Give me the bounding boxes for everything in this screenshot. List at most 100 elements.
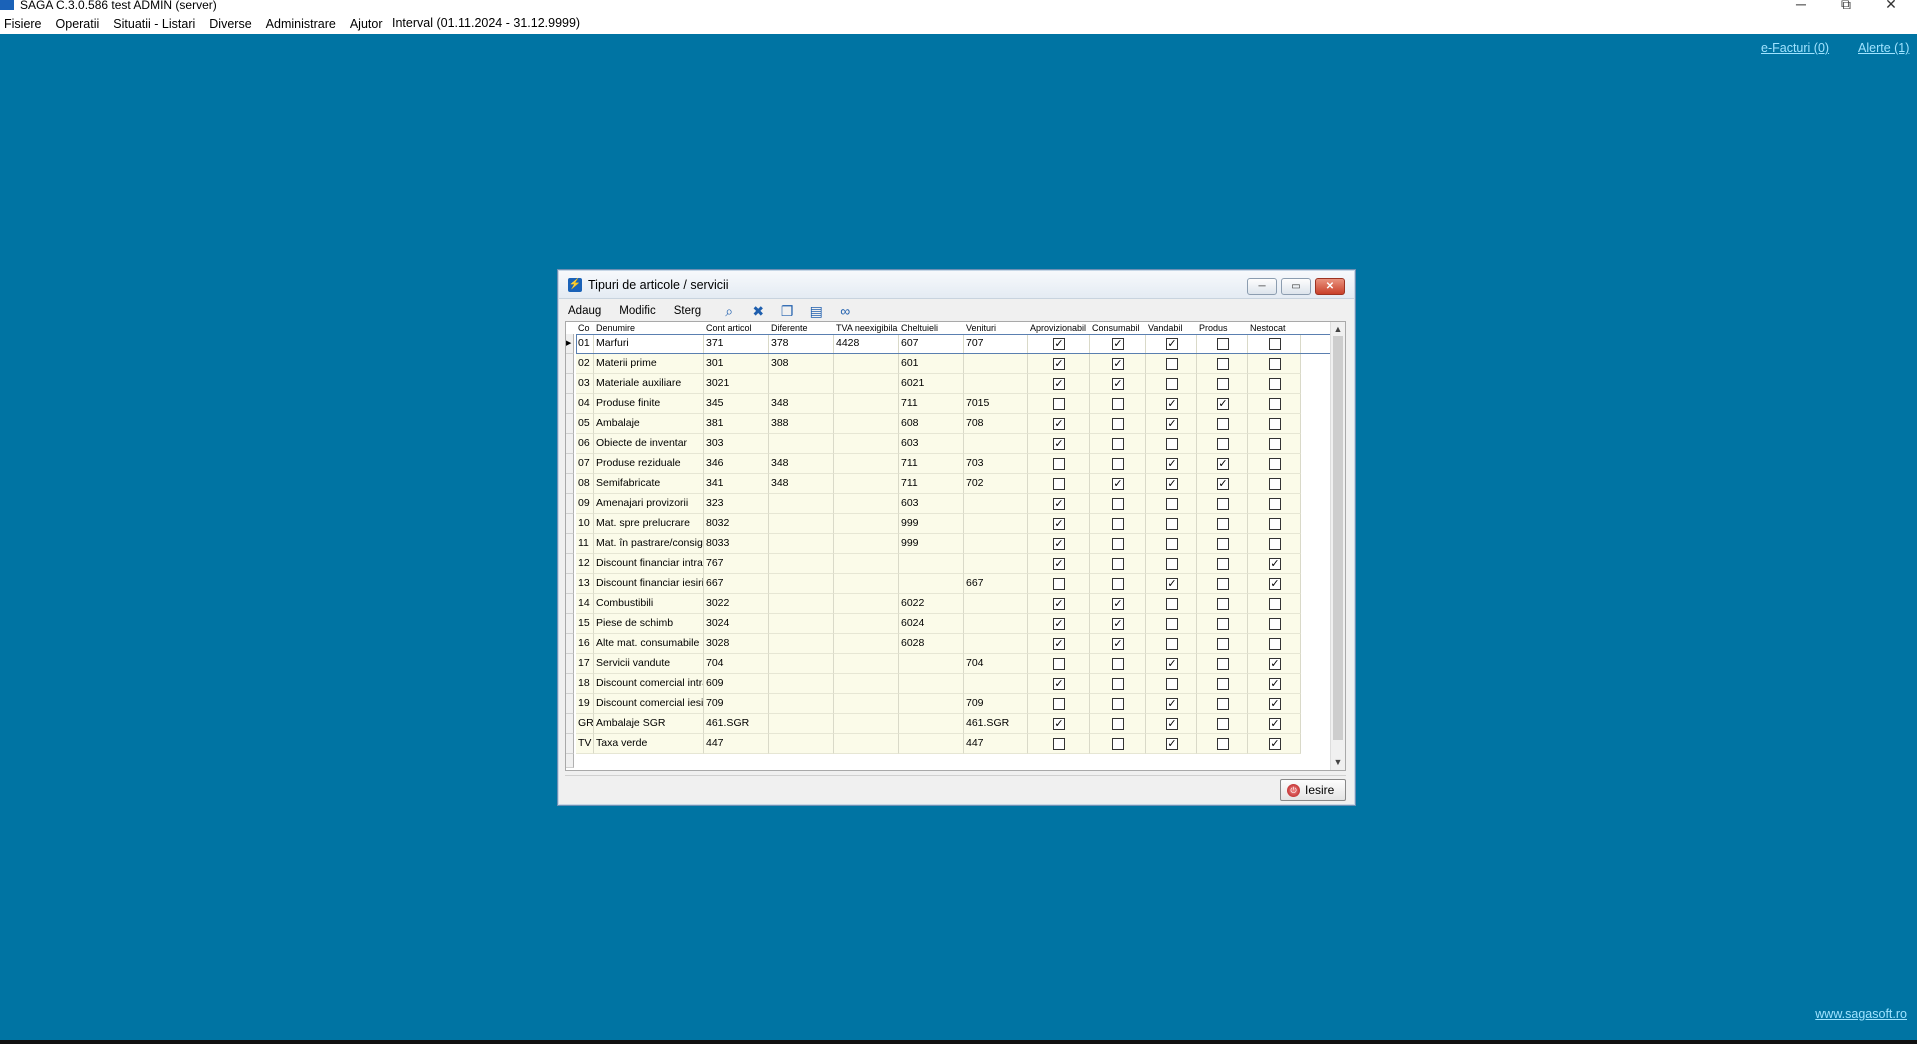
cell-dif[interactable]: [769, 714, 834, 734]
cell-tva[interactable]: [834, 494, 899, 514]
cell-cod[interactable]: 13: [576, 574, 594, 594]
row-indicator[interactable]: [566, 454, 574, 474]
produs-checkbox[interactable]: [1217, 618, 1229, 630]
cell-ven[interactable]: [964, 514, 1028, 534]
cell-chelt[interactable]: 711: [899, 474, 964, 494]
nestocat-checkbox[interactable]: [1269, 398, 1281, 410]
nestocat-checkbox[interactable]: [1269, 378, 1281, 390]
cell-den[interactable]: Marfuri: [594, 334, 704, 354]
cell-dif[interactable]: [769, 674, 834, 694]
table-row[interactable]: 10 Mat. spre prelucrare 8032 999 ✓: [566, 514, 1331, 534]
vandabil-checkbox[interactable]: ✓: [1166, 658, 1178, 670]
consumabil-checkbox[interactable]: [1112, 718, 1124, 730]
cell-tva[interactable]: [834, 474, 899, 494]
nestocat-checkbox[interactable]: [1269, 498, 1281, 510]
sagasoft-link[interactable]: www.sagasoft.ro: [1815, 1007, 1907, 1021]
cell-chelt[interactable]: 999: [899, 514, 964, 534]
nestocat-checkbox[interactable]: [1269, 458, 1281, 470]
minimize-button[interactable]: ─: [1786, 0, 1816, 12]
row-indicator[interactable]: [566, 594, 574, 614]
produs-checkbox[interactable]: [1217, 378, 1229, 390]
vertical-scrollbar[interactable]: ▲ ▼: [1330, 322, 1345, 770]
cell-chelt[interactable]: [899, 694, 964, 714]
cell-den[interactable]: Ambalaje SGR: [594, 714, 704, 734]
vandabil-checkbox[interactable]: [1166, 358, 1178, 370]
aprovizionabil-checkbox[interactable]: ✓: [1053, 678, 1065, 690]
cell-dif[interactable]: 308: [769, 354, 834, 374]
row-indicator[interactable]: [566, 514, 574, 534]
nestocat-checkbox[interactable]: [1269, 438, 1281, 450]
consumabil-checkbox[interactable]: [1112, 498, 1124, 510]
aprovizionabil-checkbox[interactable]: ✓: [1053, 538, 1065, 550]
row-indicator[interactable]: [566, 674, 574, 694]
aprovizionabil-checkbox[interactable]: ✓: [1053, 338, 1065, 350]
table-row[interactable]: ▶ 01 Marfuri 371 378 4428 607 707 ✓ ✓ ✓: [566, 334, 1331, 354]
cell-cod[interactable]: 04: [576, 394, 594, 414]
aprovizionabil-checkbox[interactable]: [1053, 578, 1065, 590]
aprovizionabil-checkbox[interactable]: ✓: [1053, 638, 1065, 650]
consumabil-checkbox[interactable]: [1112, 538, 1124, 550]
cell-den[interactable]: Mat. în pastrare/consig.: [594, 534, 704, 554]
nestocat-checkbox[interactable]: [1269, 418, 1281, 430]
produs-checkbox[interactable]: ✓: [1217, 478, 1229, 490]
cell-dif[interactable]: 348: [769, 394, 834, 414]
cell-ven[interactable]: [964, 354, 1028, 374]
cell-chelt[interactable]: [899, 654, 964, 674]
cell-tva[interactable]: [834, 414, 899, 434]
aprovizionabil-checkbox[interactable]: ✓: [1053, 618, 1065, 630]
cell-cod[interactable]: 19: [576, 694, 594, 714]
vandabil-checkbox[interactable]: ✓: [1166, 718, 1178, 730]
cell-den[interactable]: Materii prime: [594, 354, 704, 374]
cell-cont[interactable]: 381: [704, 414, 769, 434]
cell-chelt[interactable]: [899, 674, 964, 694]
cell-cod[interactable]: 08: [576, 474, 594, 494]
consumabil-checkbox[interactable]: [1112, 578, 1124, 590]
vandabil-checkbox[interactable]: [1166, 618, 1178, 630]
produs-checkbox[interactable]: [1217, 538, 1229, 550]
header-venituri[interactable]: Venituri: [966, 322, 1028, 334]
header-diferente[interactable]: Diferente: [771, 322, 834, 334]
cell-cod[interactable]: 11: [576, 534, 594, 554]
table-row[interactable]: 18 Discount comercial intrari 609 ✓ ✓: [566, 674, 1331, 694]
menu-fisiere[interactable]: Fisiere: [4, 17, 42, 31]
vandabil-checkbox[interactable]: ✓: [1166, 578, 1178, 590]
table-row[interactable]: 09 Amenajari provizorii 323 603 ✓: [566, 494, 1331, 514]
vandabil-checkbox[interactable]: [1166, 378, 1178, 390]
cell-tva[interactable]: [834, 654, 899, 674]
cell-cod[interactable]: 15: [576, 614, 594, 634]
consumabil-checkbox[interactable]: ✓: [1112, 638, 1124, 650]
aprovizionabil-checkbox[interactable]: [1053, 458, 1065, 470]
cell-den[interactable]: Mat. spre prelucrare: [594, 514, 704, 534]
cell-dif[interactable]: [769, 494, 834, 514]
cell-cont[interactable]: 8033: [704, 534, 769, 554]
cell-den[interactable]: Discount financiar intrari: [594, 554, 704, 574]
paste-icon[interactable]: ▤: [806, 303, 826, 319]
cell-dif[interactable]: 388: [769, 414, 834, 434]
row-indicator[interactable]: [566, 474, 574, 494]
dialog-maximize-button[interactable]: ▭: [1281, 278, 1311, 295]
nestocat-checkbox[interactable]: [1269, 618, 1281, 630]
produs-checkbox[interactable]: [1217, 678, 1229, 690]
cell-ven[interactable]: [964, 494, 1028, 514]
cell-tva[interactable]: [834, 354, 899, 374]
cell-tva[interactable]: [834, 694, 899, 714]
table-row[interactable]: 04 Produse finite 345 348 711 7015 ✓ ✓: [566, 394, 1331, 414]
table-row[interactable]: 02 Materii prime 301 308 601 ✓ ✓: [566, 354, 1331, 374]
aprovizionabil-checkbox[interactable]: ✓: [1053, 378, 1065, 390]
cell-cod[interactable]: 06: [576, 434, 594, 454]
cell-dif[interactable]: [769, 734, 834, 754]
cell-chelt[interactable]: [899, 574, 964, 594]
cell-cont[interactable]: 345: [704, 394, 769, 414]
cell-ven[interactable]: [964, 674, 1028, 694]
cell-dif[interactable]: [769, 534, 834, 554]
cell-ven[interactable]: [964, 554, 1028, 574]
cell-cont[interactable]: 767: [704, 554, 769, 574]
aprovizionabil-checkbox[interactable]: ✓: [1053, 598, 1065, 610]
vandabil-checkbox[interactable]: ✓: [1166, 418, 1178, 430]
cell-cod[interactable]: 03: [576, 374, 594, 394]
vandabil-checkbox[interactable]: [1166, 558, 1178, 570]
table-row[interactable]: 07 Produse reziduale 346 348 711 703 ✓ ✓: [566, 454, 1331, 474]
cell-tva[interactable]: [834, 554, 899, 574]
cell-dif[interactable]: 348: [769, 474, 834, 494]
nestocat-checkbox[interactable]: ✓: [1269, 698, 1281, 710]
